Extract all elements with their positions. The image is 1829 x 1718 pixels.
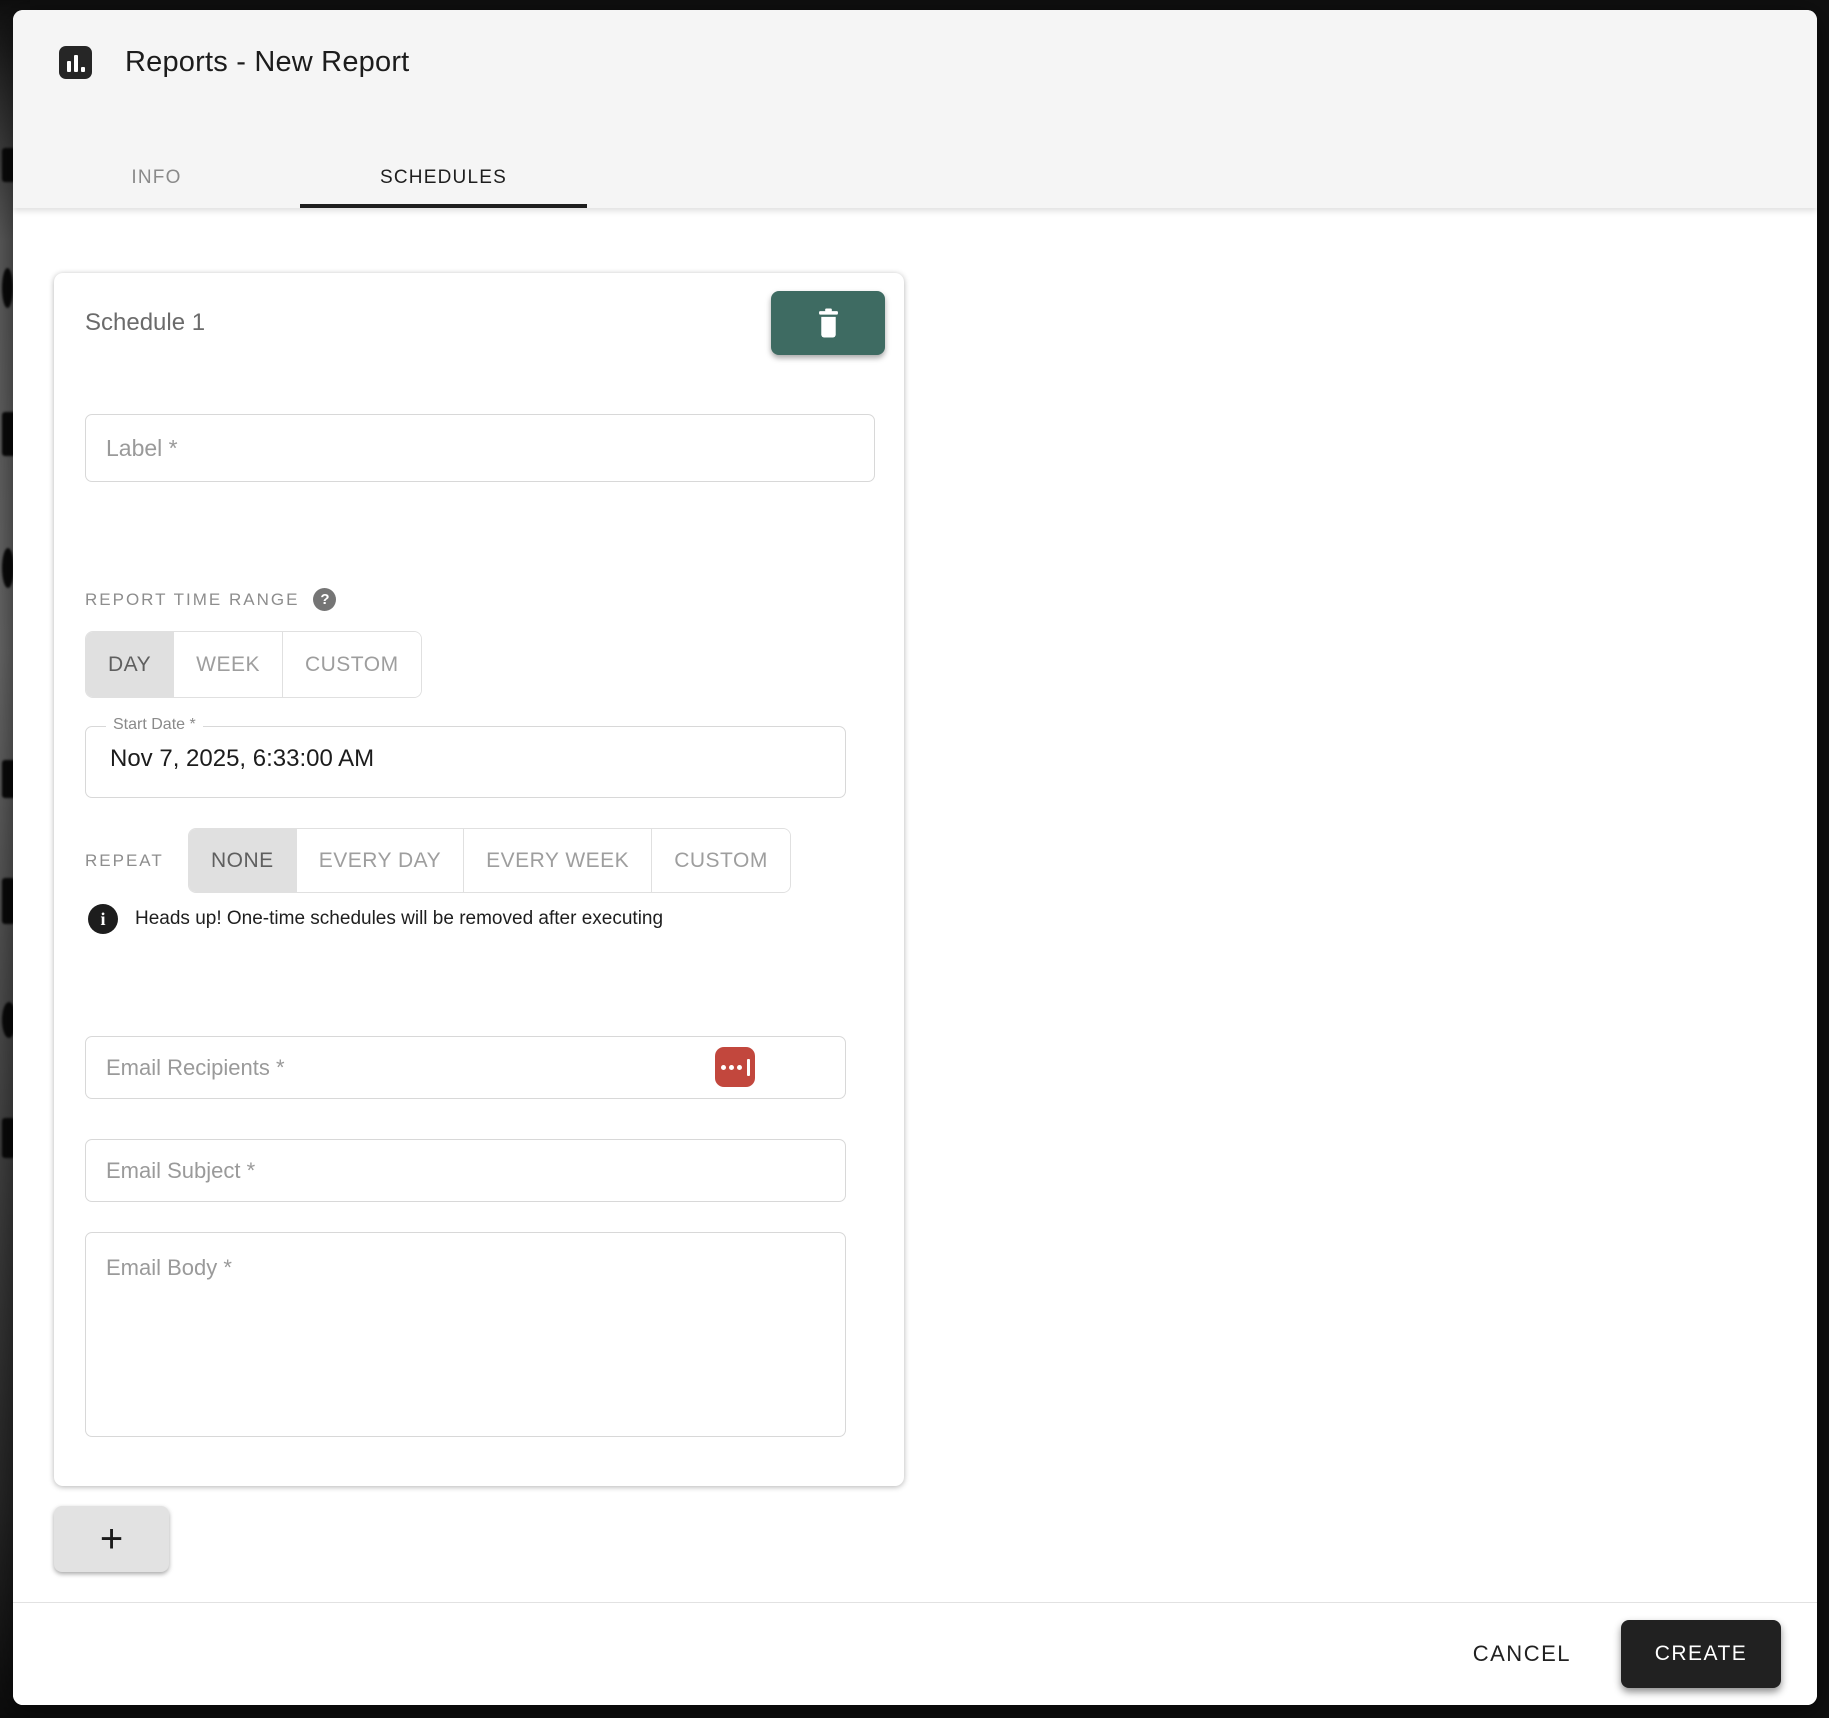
time-range-option-week[interactable]: WEEK — [174, 632, 283, 697]
start-date-label: Start Date * — [106, 716, 203, 734]
time-range-option-custom[interactable]: CUSTOM — [282, 632, 421, 697]
tab-schedules[interactable]: SCHEDULES — [300, 148, 587, 208]
autofill-extension-icon[interactable] — [715, 1047, 755, 1087]
repeat-label: REPEAT — [85, 850, 164, 870]
tab-bar: INFO SCHEDULES — [13, 148, 587, 208]
dialog-footer: CANCEL CREATE — [13, 1602, 1817, 1705]
repeat-option-every-day[interactable]: EVERY DAY — [296, 829, 465, 892]
cancel-button[interactable]: CANCEL — [1465, 1629, 1579, 1679]
add-schedule-button[interactable]: + — [54, 1506, 169, 1572]
report-time-range-label: REPORT TIME RANGE — [85, 589, 300, 609]
label-input[interactable] — [85, 414, 875, 482]
email-subject-input[interactable] — [85, 1139, 846, 1202]
dialog-header: Reports - New Report INFO SCHEDULES — [13, 10, 1817, 208]
tab-info[interactable]: INFO — [13, 148, 300, 208]
info-icon: i — [88, 904, 118, 934]
dialog-body: Schedule 1 REPORT TIME RANGE ? DAY WEEK … — [13, 208, 1817, 1602]
report-time-range-toggle-group: DAY WEEK CUSTOM — [85, 631, 422, 698]
time-range-option-day[interactable]: DAY — [86, 632, 175, 697]
bar-chart-icon — [59, 46, 92, 79]
backdrop-icon — [2, 268, 13, 308]
new-report-dialog: Reports - New Report INFO SCHEDULES Sche… — [13, 10, 1817, 1705]
repeat-toggle-group: NONE EVERY DAY EVERY WEEK CUSTOM — [188, 828, 791, 893]
repeat-option-every-week[interactable]: EVERY WEEK — [464, 829, 653, 892]
trash-icon — [818, 308, 838, 338]
repeat-option-none[interactable]: NONE — [189, 829, 297, 892]
repeat-option-custom[interactable]: CUSTOM — [652, 829, 790, 892]
create-button[interactable]: CREATE — [1621, 1620, 1781, 1688]
email-body-textarea[interactable] — [85, 1232, 846, 1437]
one-time-schedule-notice: Heads up! One-time schedules will be rem… — [135, 908, 664, 929]
dialog-title: Reports - New Report — [125, 46, 410, 78]
schedule-title: Schedule 1 — [85, 309, 206, 336]
delete-schedule-button[interactable] — [771, 291, 885, 355]
help-icon[interactable]: ? — [313, 588, 337, 611]
schedule-card: Schedule 1 REPORT TIME RANGE ? DAY WEEK … — [54, 273, 904, 1486]
start-date-field[interactable]: Start Date * Nov 7, 2025, 6:33:00 AM — [85, 716, 846, 798]
